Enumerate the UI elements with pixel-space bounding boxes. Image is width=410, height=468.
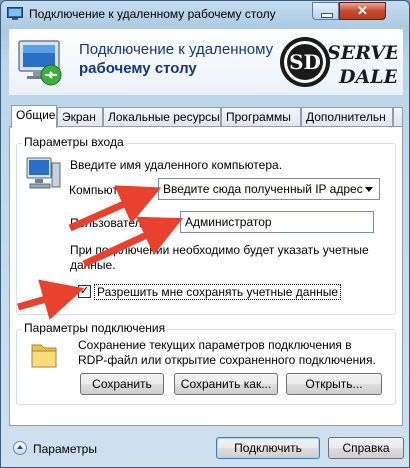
computer-icon (26, 157, 61, 189)
svg-text:DALE: DALE (338, 66, 397, 88)
tab-display[interactable]: Экран (57, 107, 103, 127)
tab-scroll-right[interactable] (393, 107, 403, 127)
window-title: Подключение к удаленному рабочему столу (29, 7, 276, 21)
save-credentials-checkbox[interactable]: ✓ (78, 285, 91, 298)
server-dale-logo: SD SERVER DALE (280, 37, 397, 88)
save-as-button[interactable]: Сохранить как... (174, 373, 278, 395)
minimize-button[interactable] (312, 2, 339, 20)
title-bar[interactable]: Подключение к удаленному рабочему столу … (1, 1, 409, 29)
dropdown-arrow-icon (365, 187, 373, 192)
tab-programs[interactable]: Программы (221, 107, 301, 127)
general-tab-panel: Параметры входа Введите имя удаленного к… (9, 126, 403, 426)
save-button[interactable]: Сохранить (80, 373, 164, 395)
header-title-line2: рабочему столу (79, 60, 197, 77)
svg-text:SERVER: SERVER (327, 42, 397, 64)
info-text-line2: данные. (70, 258, 116, 272)
header-title-line1: Подключение к удаленному (79, 41, 274, 58)
connect-button[interactable]: Подключить (216, 437, 320, 459)
computer-value: Введите сюда полученный IP адрес (163, 182, 363, 196)
login-group-title: Параметры входа (22, 135, 126, 149)
svg-text:SD: SD (289, 50, 321, 74)
connection-group-title: Параметры подключения (22, 321, 168, 335)
help-button[interactable]: Справка (328, 437, 404, 459)
tab-strip: Общие Экран Локальные ресурсы Программы … (9, 105, 403, 128)
computer-label-text: Компьютер: (69, 183, 135, 197)
tab-advanced[interactable]: Дополнительн (301, 107, 393, 127)
tab-local-resources[interactable]: Локальные ресурсы (103, 107, 221, 127)
user-field[interactable]: Администратор (180, 211, 374, 233)
tab-general[interactable]: Общие (11, 105, 57, 128)
rdp-window: Подключение к удаленному рабочему столу … (0, 0, 410, 468)
folder-icon (31, 344, 57, 368)
options-toggle-label[interactable]: Параметры (33, 442, 97, 456)
close-button[interactable]: ✕ (339, 2, 386, 20)
header-banner: Подключение к удаленному рабочему столу … (9, 29, 403, 95)
connection-desc-line1: Сохранение текущих параметров подключени… (78, 338, 352, 352)
save-credentials-label[interactable]: Разрешить мне сохранять учетные данные (94, 284, 342, 300)
connection-desc-line2: RDP-файл или открытие сохраненного подкл… (78, 353, 376, 367)
computer-prompt-text: Введите имя удаленного компьютера. (70, 158, 283, 172)
computer-combobox[interactable]: Введите сюда полученный IP адрес (158, 178, 380, 200)
user-label: Пользователь: (70, 216, 152, 230)
info-text-line1: При подключении необходимо будет указать… (70, 243, 369, 257)
chevron-up-icon[interactable] (13, 441, 27, 455)
minimize-icon (321, 13, 333, 18)
open-button[interactable]: Открыть... (286, 373, 382, 395)
remote-desktop-icon (7, 7, 23, 20)
remote-desktop-monitor-icon (18, 40, 62, 86)
computer-label: ККомпьютер: (69, 183, 135, 197)
